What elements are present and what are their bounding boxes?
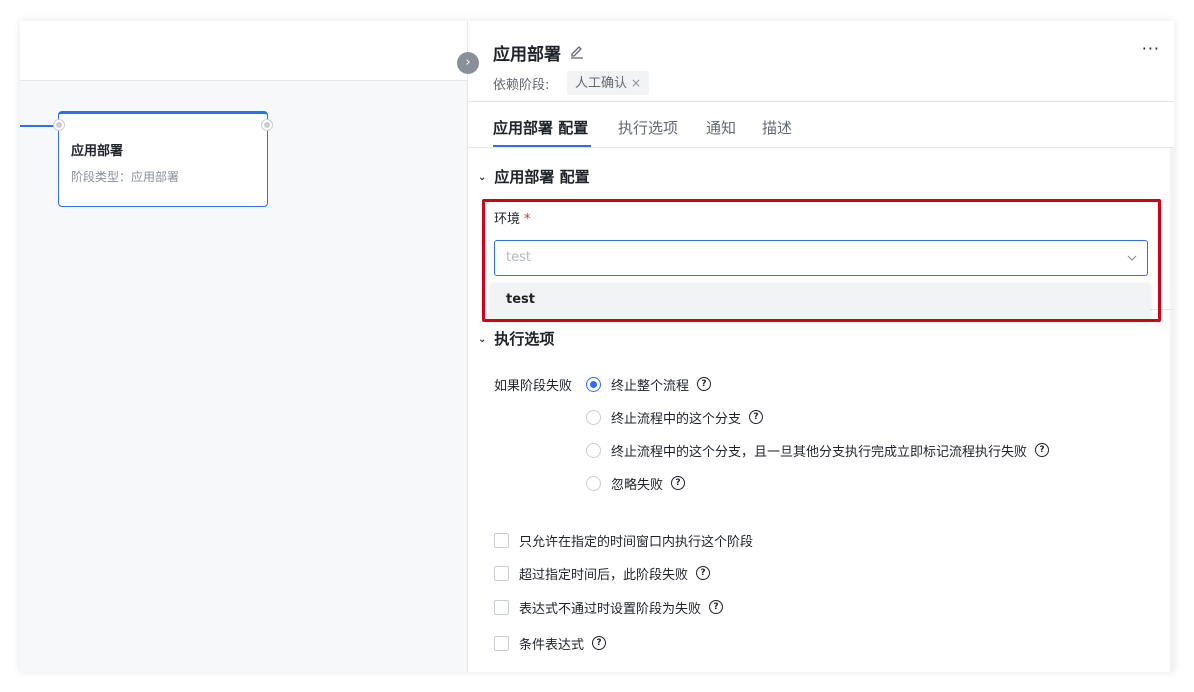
scrollbar[interactable] bbox=[1170, 148, 1174, 672]
help-icon[interactable]: ? bbox=[749, 410, 764, 424]
radio-button[interactable] bbox=[586, 409, 601, 425]
checkbox[interactable] bbox=[494, 532, 509, 548]
help-icon[interactable]: ? bbox=[671, 476, 686, 490]
radio-button[interactable] bbox=[586, 442, 601, 458]
tab-description[interactable]: 描述 bbox=[762, 117, 792, 138]
checkbox-label: 条件表达式 bbox=[519, 637, 585, 653]
chevron-down-icon bbox=[1127, 255, 1137, 261]
checkbox-label: 只允许在指定的时间窗口内执行这个阶段 bbox=[519, 534, 754, 550]
env-label-text: 环境 bbox=[494, 212, 521, 227]
section-title: 执行选项 bbox=[494, 330, 555, 348]
help-icon[interactable]: ? bbox=[697, 377, 712, 391]
help-icon[interactable]: ? bbox=[592, 636, 607, 650]
checkbox[interactable] bbox=[494, 635, 509, 651]
radio-option[interactable]: 终止流程中的这个分支 ? bbox=[586, 408, 764, 427]
env-select[interactable]: test bbox=[494, 240, 1148, 276]
stage-config-panel: 应用部署 ··· 依赖阶段: 人工确认 × 应用部署 配置 执行选项 通知 描述 … bbox=[467, 21, 1174, 672]
radio-option[interactable]: 忽略失败 ? bbox=[586, 474, 686, 493]
checkbox-label: 表达式不通过时设置阶段为失败 bbox=[519, 601, 702, 617]
chevron-down-icon: ⌄ bbox=[478, 334, 487, 345]
chevron-right-icon: › bbox=[465, 55, 471, 70]
tab-deploy-config[interactable]: 应用部署 配置 bbox=[493, 117, 588, 138]
app-frame: 应用部署 阶段类型：应用部署 › 应用部署 ··· 依赖阶段: 人工确认 × 应用… bbox=[20, 21, 1174, 672]
section-title: 应用部署 配置 bbox=[494, 168, 590, 186]
chevron-down-icon: ⌄ bbox=[478, 172, 487, 183]
help-icon[interactable]: ? bbox=[1035, 443, 1050, 457]
connector-line bbox=[20, 125, 58, 127]
checkbox[interactable] bbox=[494, 565, 509, 581]
radio-label: 终止整个流程 bbox=[611, 378, 690, 394]
required-mark: * bbox=[524, 212, 531, 227]
stage-card-title: 应用部署 bbox=[71, 144, 124, 159]
section-deploy-config-header[interactable]: ⌄ 应用部署 配置 bbox=[478, 166, 590, 187]
help-icon[interactable]: ? bbox=[696, 566, 711, 580]
env-select-placeholder: test bbox=[506, 250, 531, 265]
env-option-test[interactable]: test bbox=[506, 292, 535, 307]
fail-behavior-label: 如果阶段失败 bbox=[494, 379, 573, 394]
dependency-label: 依赖阶段: bbox=[493, 78, 550, 93]
dependency-tag: 人工确认 × bbox=[567, 71, 650, 95]
panel-title: 应用部署 bbox=[493, 45, 561, 65]
more-icon[interactable]: ··· bbox=[1142, 39, 1160, 58]
connector-dot-left[interactable] bbox=[54, 120, 64, 130]
section-exec-options-header[interactable]: ⌄ 执行选项 bbox=[478, 328, 554, 349]
stage-card-subtitle: 阶段类型：应用部署 bbox=[71, 168, 179, 185]
stage-card-deploy[interactable]: 应用部署 阶段类型：应用部署 bbox=[54, 111, 272, 207]
canvas-topbar bbox=[20, 21, 468, 81]
radio-button[interactable] bbox=[586, 376, 601, 392]
checkbox-option[interactable]: 超过指定时间后，此阶段失败 ? bbox=[494, 564, 711, 583]
checkbox-option[interactable]: 只允许在指定的时间窗口内执行这个阶段 bbox=[494, 531, 754, 550]
checkbox-option[interactable]: 表达式不通过时设置阶段为失败 ? bbox=[494, 598, 724, 617]
close-icon[interactable]: × bbox=[631, 76, 641, 90]
edit-icon[interactable] bbox=[570, 43, 584, 59]
radio-label: 终止流程中的这个分支 bbox=[611, 411, 742, 427]
tab-notify[interactable]: 通知 bbox=[706, 117, 736, 138]
radio-option[interactable]: 终止流程中的这个分支，且一旦其他分支执行完成立即标记流程执行失败 ? bbox=[586, 441, 1050, 460]
radio-label: 忽略失败 bbox=[611, 477, 664, 493]
env-field-label: 环境 * bbox=[494, 208, 531, 227]
divider bbox=[468, 101, 1174, 102]
dependency-tag-label: 人工确认 bbox=[575, 76, 628, 91]
checkbox-label: 超过指定时间后，此阶段失败 bbox=[519, 567, 689, 583]
help-icon[interactable]: ? bbox=[709, 600, 724, 614]
stage-type-value: 应用部署 bbox=[131, 170, 180, 184]
tab-exec-options[interactable]: 执行选项 bbox=[618, 117, 678, 138]
checkbox-option[interactable]: 条件表达式 ? bbox=[494, 634, 607, 653]
radio-option[interactable]: 终止整个流程 ? bbox=[586, 375, 712, 394]
stage-type-label: 阶段类型： bbox=[71, 170, 132, 184]
checkbox[interactable] bbox=[494, 599, 509, 615]
connector-dot-right[interactable] bbox=[262, 120, 272, 130]
collapse-panel-button[interactable]: › bbox=[457, 52, 479, 74]
divider bbox=[468, 147, 1174, 148]
radio-button[interactable] bbox=[586, 475, 601, 491]
radio-label: 终止流程中的这个分支，且一旦其他分支执行完成立即标记流程执行失败 bbox=[611, 444, 1028, 460]
env-dropdown-menu: test bbox=[491, 283, 1150, 319]
